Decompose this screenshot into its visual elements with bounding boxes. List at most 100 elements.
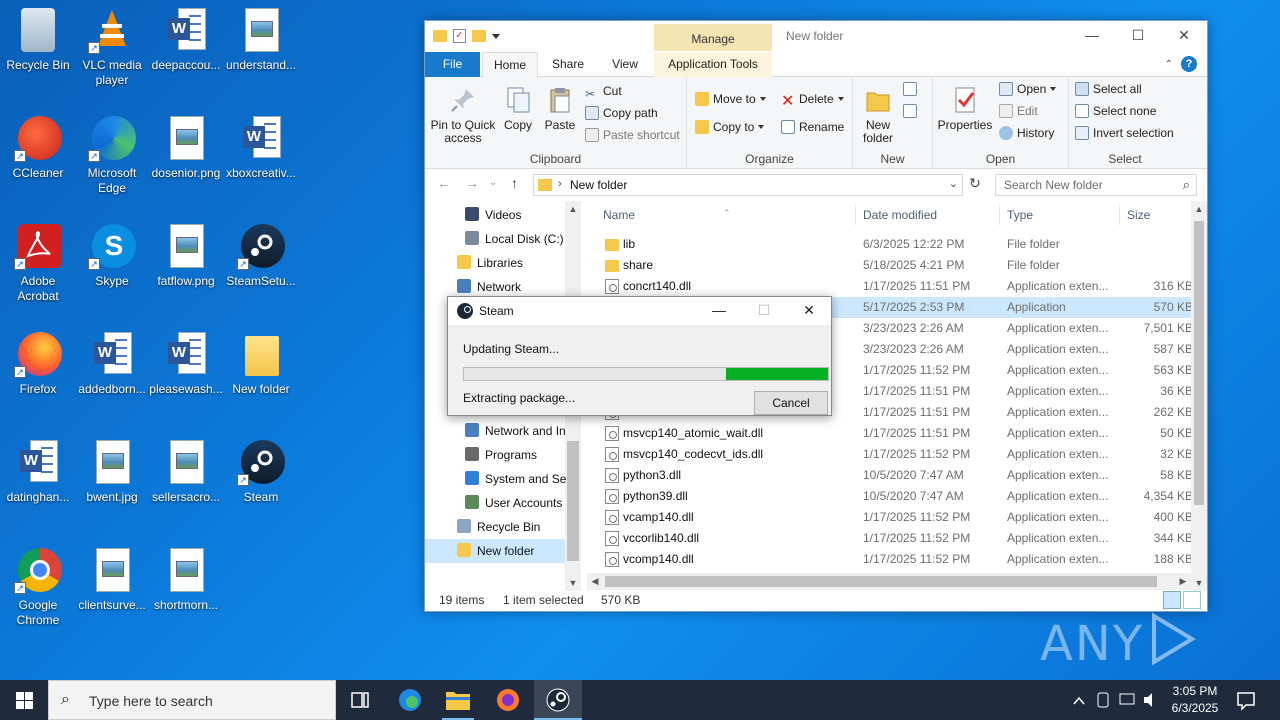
table-row[interactable]: vccorlib140.dll 1/17/2025 11:52 PM Applica…: [593, 528, 1193, 549]
minimize-button[interactable]: —: [1069, 21, 1115, 51]
table-row[interactable]: lib 6/3/2025 12:22 PM File folder: [593, 234, 1193, 255]
minimize-button[interactable]: —: [696, 297, 742, 325]
tab-home[interactable]: Home: [482, 52, 538, 78]
pin-to-quick-access-button[interactable]: Pin to Quick access: [429, 85, 497, 145]
search-input[interactable]: Search New folder ⌕: [995, 174, 1197, 196]
start-button[interactable]: [0, 680, 48, 720]
new-folder-icon[interactable]: [472, 30, 486, 42]
table-row[interactable]: vcomp140.dll 1/17/2025 11:52 PM Applicatio…: [593, 549, 1193, 570]
column-type[interactable]: Type: [1007, 208, 1033, 222]
desktop-icon-firefox[interactable]: ↗ Firefox: [0, 330, 76, 397]
desktop-icon-vlc[interactable]: ↗ VLC media player: [74, 6, 150, 88]
table-row[interactable]: concrt140.dll 1/17/2025 11:51 PM Applicati…: [593, 276, 1193, 297]
copy-button[interactable]: Copy: [501, 85, 535, 132]
forward-arrow-icon[interactable]: →: [465, 175, 479, 191]
paste-button[interactable]: Paste: [541, 85, 579, 132]
desktop-icon-recycle-bin[interactable]: Recycle Bin: [0, 6, 76, 73]
desktop-icon-steam[interactable]: ↗ Steam: [223, 438, 299, 505]
table-row[interactable]: msvcp140_atomic_wait.dll 1/17/2025 11:51 …: [593, 423, 1193, 444]
file-list-scrollbar[interactable]: ▲ ▼: [1191, 201, 1207, 591]
move-to-button[interactable]: Move to: [695, 89, 766, 109]
taskbar-edge[interactable]: [386, 680, 434, 720]
notifications-button[interactable]: [1224, 680, 1268, 720]
taskbar-steam[interactable]: [534, 680, 582, 720]
properties-icon[interactable]: ✓: [453, 29, 466, 43]
back-arrow-icon[interactable]: ←: [437, 175, 451, 191]
desktop-icon-image-file[interactable]: fatflow.png: [148, 222, 224, 289]
nav-item-videos[interactable]: Videos: [425, 203, 565, 227]
nav-item-new-folder[interactable]: New folder: [425, 539, 565, 563]
steam-update-dialog[interactable]: Steam — ☐ ✕ Updating Steam... Extracting…: [447, 296, 832, 416]
taskbar-firefox[interactable]: [484, 680, 532, 720]
table-row[interactable]: vcamp140.dll 1/17/2025 11:52 PM Applicatio…: [593, 507, 1193, 528]
large-icons-view-icon[interactable]: [1183, 591, 1201, 609]
desktop-icon-word-doc[interactable]: Wdatinghan...: [0, 438, 76, 505]
title-bar[interactable]: ✓ Manage New folder — ☐ ✕: [425, 21, 1207, 51]
breadcrumb-chevron-icon[interactable]: ›: [558, 178, 562, 190]
scroll-left-icon[interactable]: ◀: [587, 573, 603, 590]
help-icon[interactable]: ?: [1181, 56, 1197, 72]
select-all-button[interactable]: Select all: [1075, 79, 1142, 99]
desktop-icon-folder[interactable]: New folder: [223, 330, 299, 397]
select-none-button[interactable]: Select none: [1075, 101, 1156, 121]
recent-locations-icon[interactable]: ⌄: [489, 177, 497, 188]
desktop-icon-skype[interactable]: S ↗ Skype: [74, 222, 150, 289]
taskbar-file-explorer[interactable]: [434, 680, 482, 720]
open-button[interactable]: Open: [999, 79, 1056, 99]
horizontal-scrollbar[interactable]: ◀ ▶: [587, 573, 1191, 590]
nav-item-network-and-in[interactable]: Network and In: [425, 419, 566, 443]
clock[interactable]: 3:05 PM 6/3/2025: [1166, 683, 1224, 717]
column-name[interactable]: Name: [603, 208, 635, 222]
desktop-icon-image-file[interactable]: shortmorn...: [148, 546, 224, 613]
tab-share[interactable]: Share: [543, 52, 593, 77]
edit-button[interactable]: Edit: [999, 101, 1038, 121]
new-folder-button[interactable]: New folder: [855, 85, 901, 145]
maximize-button[interactable]: ☐: [1115, 21, 1161, 51]
breadcrumb[interactable]: New folder: [570, 178, 627, 192]
desktop-icon-image-file[interactable]: clientsurve...: [74, 546, 150, 613]
desktop-icon-image-file[interactable]: understand...: [223, 6, 299, 73]
desktop-icon-acrobat[interactable]: ↗ Adobe Acrobat: [0, 222, 76, 304]
address-bar[interactable]: › New folder ⌄: [533, 174, 963, 196]
nav-item-programs[interactable]: Programs: [425, 443, 565, 467]
close-button[interactable]: ✕: [1161, 21, 1207, 51]
column-date-modified[interactable]: Date modified: [863, 208, 937, 222]
desktop-icon-word-doc[interactable]: Waddedborn...: [74, 330, 150, 397]
taskbar-search-box[interactable]: ⌕ Type here to search: [48, 680, 336, 720]
tab-view[interactable]: View: [603, 52, 647, 77]
desktop-icon-image-file[interactable]: sellersacro...: [148, 438, 224, 505]
dialog-title-bar[interactable]: Steam — ☐ ✕: [448, 297, 831, 325]
properties-button[interactable]: Properties: [937, 85, 993, 132]
easy-access-button[interactable]: [903, 101, 921, 121]
desktop-icon-word-doc[interactable]: Wdeepaccou...: [148, 6, 224, 73]
rename-button[interactable]: Rename: [781, 117, 844, 137]
copy-path-button[interactable]: Copy path: [585, 103, 658, 123]
tab-file[interactable]: File: [425, 52, 480, 77]
up-arrow-icon[interactable]: ↑: [511, 175, 518, 191]
table-row[interactable]: python39.dll 10/5/2020 7:47 AM Application…: [593, 486, 1193, 507]
refresh-icon[interactable]: ↻: [965, 175, 985, 195]
scroll-right-icon[interactable]: ▶: [1175, 573, 1191, 590]
table-row[interactable]: share 5/18/2025 4:21 PM File folder: [593, 255, 1193, 276]
cancel-button[interactable]: Cancel: [754, 391, 828, 415]
nav-item-user-accounts[interactable]: User Accounts: [425, 491, 565, 515]
chevron-down-icon[interactable]: ⌄: [949, 177, 958, 190]
desktop-icon-word-doc[interactable]: Wpleasewash...: [148, 330, 224, 397]
tab-application-tools[interactable]: Application Tools: [654, 52, 772, 77]
table-row[interactable]: msvcp140_codecvt_ids.dll 1/17/2025 11:52 …: [593, 444, 1193, 465]
scroll-thumb[interactable]: [567, 441, 579, 561]
desktop-icon-steam[interactable]: ↗ SteamSetu...: [223, 222, 299, 289]
details-view-icon[interactable]: [1163, 591, 1181, 609]
new-item-button[interactable]: [903, 79, 921, 99]
task-view-button[interactable]: [336, 680, 384, 720]
desktop-icon-image-file[interactable]: bwent.jpg: [74, 438, 150, 505]
nav-item-system-and-se[interactable]: System and Se: [425, 467, 566, 491]
chevron-down-icon[interactable]: [492, 33, 500, 39]
desktop-icon-word-doc[interactable]: Wxboxcreativ...: [223, 114, 299, 181]
desktop-icon-edge[interactable]: ↗ Microsoft Edge: [74, 114, 150, 196]
column-size[interactable]: Size: [1127, 208, 1150, 222]
invert-selection-button[interactable]: Invert selection: [1075, 123, 1174, 143]
delete-button[interactable]: ✕ Delete: [781, 89, 844, 110]
nav-item-local-disk-c[interactable]: Local Disk (C:): [425, 227, 565, 251]
scroll-up-icon[interactable]: ▲: [565, 201, 581, 217]
